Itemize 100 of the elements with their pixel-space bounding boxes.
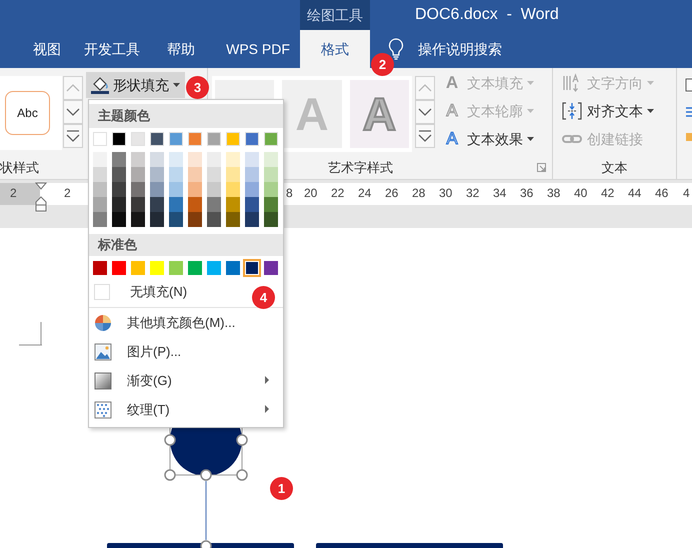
color-swatch[interactable] [150, 167, 164, 182]
color-swatch[interactable] [188, 212, 202, 227]
color-swatch[interactable] [264, 261, 278, 275]
color-swatch[interactable] [226, 132, 240, 146]
ribbon-tab[interactable]: 帮助 [146, 30, 216, 68]
color-swatch[interactable] [131, 167, 145, 182]
selection-handle[interactable] [236, 469, 248, 481]
selection-handle[interactable] [164, 469, 176, 481]
menu-item[interactable]: 渐变(G) [89, 366, 283, 395]
color-swatch[interactable] [169, 197, 183, 212]
scroll-down-button[interactable] [415, 100, 435, 124]
color-swatch[interactable] [245, 167, 259, 182]
menu-item[interactable]: 无填充(N) [130, 282, 188, 302]
color-swatch[interactable] [150, 132, 164, 146]
shape-fill-button[interactable]: 形状填充 [86, 72, 185, 98]
color-swatch[interactable] [169, 261, 183, 275]
color-swatch[interactable] [188, 182, 202, 197]
color-swatch[interactable] [93, 132, 107, 146]
color-swatch[interactable] [112, 212, 126, 227]
color-swatch[interactable] [245, 212, 259, 227]
color-swatch[interactable] [93, 197, 107, 212]
color-swatch[interactable] [226, 197, 240, 212]
color-swatch[interactable] [112, 261, 126, 275]
color-swatch[interactable] [93, 182, 107, 197]
color-swatch[interactable] [245, 197, 259, 212]
color-swatch[interactable] [169, 212, 183, 227]
shape-style-preview[interactable]: Abc [5, 91, 50, 135]
color-swatch[interactable] [169, 132, 183, 146]
color-swatch[interactable] [93, 152, 107, 167]
texture-icon [94, 400, 112, 418]
selection-handle[interactable] [164, 434, 176, 446]
ribbon-tab[interactable]: 开发工具 [78, 30, 146, 68]
menu-item[interactable]: 图片(P)... [89, 337, 283, 366]
color-swatch[interactable] [264, 132, 278, 146]
ribbon-tab[interactable]: WPS PDF [216, 30, 300, 68]
gallery-more-button[interactable] [63, 124, 83, 148]
color-swatch[interactable] [207, 132, 221, 146]
color-swatch[interactable] [150, 261, 164, 275]
color-swatch[interactable] [112, 152, 126, 167]
color-swatch[interactable] [169, 182, 183, 197]
menu-item[interactable]: 纹理(T) [89, 395, 283, 424]
search-hint[interactable]: 操作说明搜索 [418, 38, 502, 60]
color-swatch[interactable] [93, 212, 107, 227]
color-swatch[interactable] [207, 167, 221, 182]
color-swatch[interactable] [131, 132, 145, 146]
text-command-button[interactable]: A 文本效果 [443, 125, 534, 153]
color-swatch[interactable] [245, 182, 259, 197]
color-swatch[interactable] [169, 152, 183, 167]
color-swatch[interactable] [150, 197, 164, 212]
color-swatch[interactable] [207, 152, 221, 167]
color-swatch[interactable] [150, 152, 164, 167]
selection-handle[interactable] [200, 540, 212, 548]
color-swatch[interactable] [188, 167, 202, 182]
color-swatch[interactable] [131, 261, 145, 275]
color-swatch[interactable] [264, 212, 278, 227]
color-swatch[interactable] [226, 152, 240, 167]
color-swatch[interactable] [93, 167, 107, 182]
color-swatch[interactable] [188, 197, 202, 212]
color-swatch[interactable] [207, 197, 221, 212]
color-swatch[interactable] [131, 182, 145, 197]
selection-handle[interactable] [200, 469, 212, 481]
color-swatch[interactable] [112, 132, 126, 146]
color-swatch[interactable] [207, 261, 221, 275]
ruler-number: 22 [331, 187, 344, 199]
color-swatch[interactable] [112, 167, 126, 182]
color-swatch[interactable] [226, 212, 240, 227]
ribbon-tab[interactable]: 视图 [16, 30, 78, 68]
color-swatch[interactable] [188, 152, 202, 167]
color-swatch[interactable] [245, 132, 259, 146]
color-swatch[interactable] [226, 167, 240, 182]
color-swatch[interactable] [112, 197, 126, 212]
color-swatch[interactable] [226, 261, 240, 275]
color-swatch[interactable] [150, 212, 164, 227]
color-swatch[interactable] [264, 167, 278, 182]
ruler-number: 24 [358, 187, 372, 199]
color-swatch[interactable] [264, 152, 278, 167]
color-swatch[interactable] [188, 261, 202, 275]
ruler-number: 28 [412, 187, 426, 199]
color-swatch[interactable] [226, 182, 240, 197]
gallery-more-button[interactable] [415, 124, 435, 148]
color-swatch[interactable] [131, 152, 145, 167]
color-swatch[interactable] [264, 197, 278, 212]
color-swatch[interactable] [112, 182, 126, 197]
menu-item[interactable]: 其他填充颜色(M)... [89, 308, 283, 337]
color-swatch[interactable] [207, 182, 221, 197]
color-swatch[interactable] [188, 132, 202, 146]
selection-handle[interactable] [236, 434, 248, 446]
scroll-down-button[interactable] [63, 100, 83, 124]
color-swatch[interactable] [264, 182, 278, 197]
color-swatch[interactable] [245, 152, 259, 167]
text-command-button[interactable]: 对齐文本 [562, 97, 654, 125]
color-swatch[interactable] [150, 182, 164, 197]
rectangle-shape[interactable] [107, 543, 294, 548]
color-swatch[interactable] [93, 261, 107, 275]
ruler-number: 32 [466, 187, 480, 199]
color-swatch[interactable] [169, 167, 183, 182]
color-swatch[interactable] [131, 212, 145, 227]
ribbon-tab[interactable]: 格式 [300, 30, 370, 68]
color-swatch[interactable] [207, 212, 221, 227]
color-swatch[interactable] [131, 197, 145, 212]
